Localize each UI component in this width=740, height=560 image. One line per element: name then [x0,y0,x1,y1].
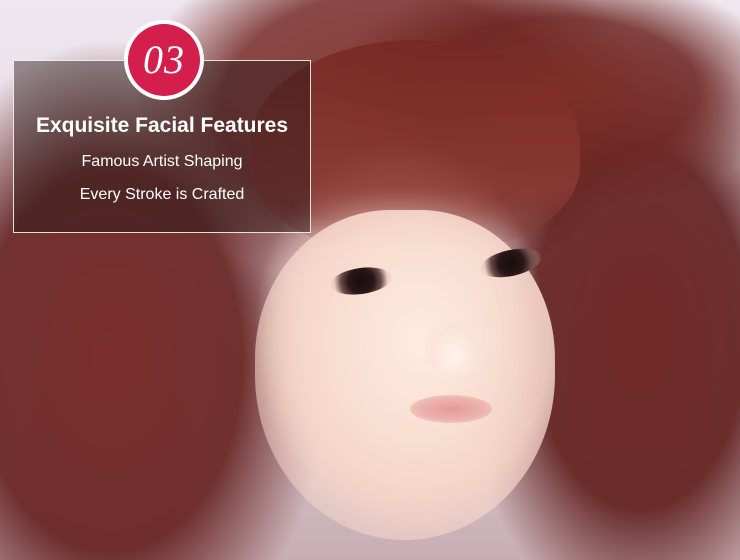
feature-title: Exquisite Facial Features [35,114,289,137]
lips [410,395,492,423]
step-number-badge: 03 [124,20,204,100]
step-number: 03 [143,37,185,82]
feature-line-2: Every Stroke is Crafted [79,186,245,203]
feature-banner: 03 Exquisite Facial Features Famous Arti… [0,0,740,560]
nose [425,320,485,375]
badge-circle: 03 [128,24,200,96]
feature-line-1: Famous Artist Shaping [81,153,243,170]
